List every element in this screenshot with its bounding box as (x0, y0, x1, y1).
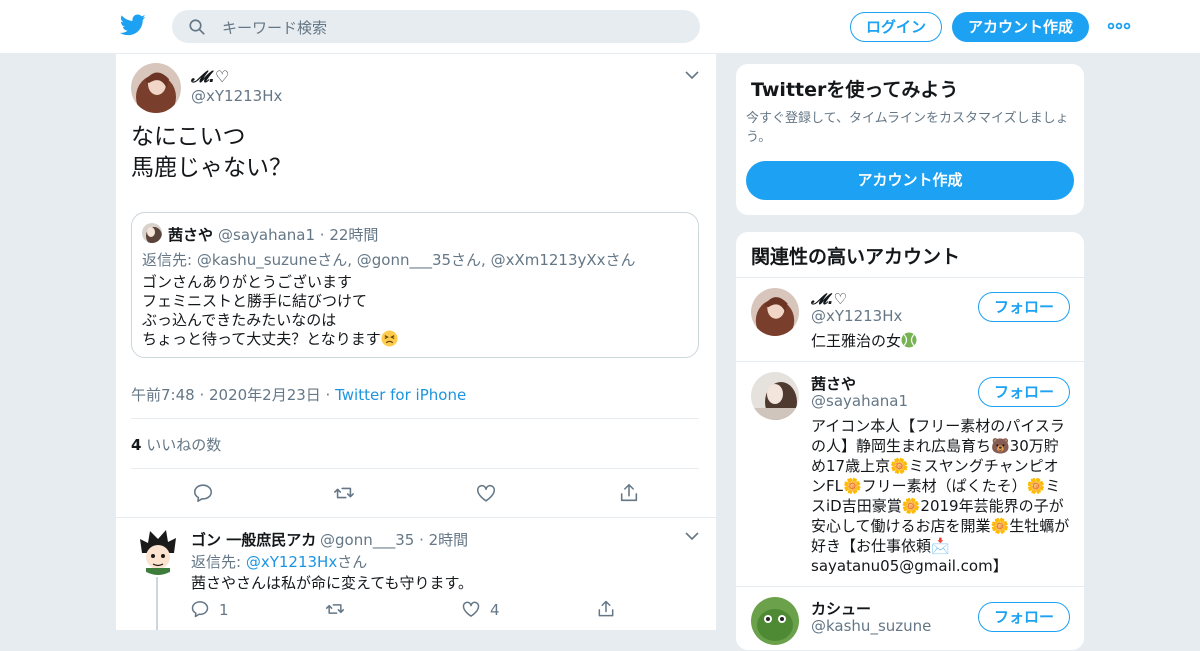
search-bar[interactable] (172, 10, 700, 45)
like-count[interactable]: 4 いいねの数 (131, 434, 221, 455)
persevering-face-icon (381, 330, 398, 347)
retweet-icon[interactable] (325, 599, 345, 619)
related-accounts-title: 関連性の高いアカウント (751, 246, 961, 268)
account-name[interactable]: カシュー (811, 598, 871, 619)
divider (736, 277, 1084, 278)
account-handle[interactable]: @sayahana1 (811, 392, 908, 410)
tweet-author-name[interactable]: 𝓜.♡ (191, 67, 229, 87)
avatar[interactable] (134, 527, 182, 575)
divider (116, 517, 716, 518)
share-icon[interactable] (596, 599, 616, 619)
signup-button[interactable]: アカウント作成 (952, 12, 1089, 42)
like-icon[interactable] (461, 599, 481, 619)
quoted-author-name: 茜さや (168, 226, 214, 244)
like-icon[interactable] (475, 482, 497, 504)
login-button[interactable]: ログイン (850, 12, 942, 42)
signup-card: Twitterを使ってみよう 今すぐ登録して、タイムラインをカスタマイズしましょ… (735, 63, 1085, 216)
reply-to-handle-link[interactable]: @xY1213Hx (246, 553, 337, 571)
reply-author-name[interactable]: ゴン 一般庶民アカ (191, 529, 316, 550)
divider (131, 418, 699, 419)
account-name[interactable]: 𝓜.♡ (811, 290, 847, 308)
tweet-text: なにこいつ 馬鹿じゃない？ (131, 124, 292, 181)
quoted-text: ゴンさんありがとうございます フェミニストと勝手に結びつけて ぶっ込んできたみた… (142, 273, 398, 349)
reply-icon[interactable] (190, 599, 210, 619)
share-icon[interactable] (618, 482, 640, 504)
quoted-author-meta: @sayahana1 · 22時間 (218, 226, 379, 244)
tennis-ball-icon (901, 332, 917, 348)
related-accounts-card: 関連性の高いアカウント 𝓜.♡ @xY1213Hx フォロー 仁王雅治の女 茜さ… (735, 231, 1085, 651)
reply-count: 1 (219, 601, 229, 619)
top-bar: ログイン アカウント作成 (0, 0, 1200, 54)
more-dots-icon[interactable] (1107, 20, 1131, 32)
twitter-bird-icon[interactable] (120, 12, 146, 38)
avatar[interactable] (751, 372, 799, 420)
search-input[interactable] (220, 10, 684, 45)
reply-like-count: 4 (490, 601, 500, 619)
tweet-source-link[interactable]: Twitter for iPhone (335, 386, 466, 404)
signup-card-title: Twitterを使ってみよう (751, 79, 959, 101)
account-bio: 仁王雅治の女 (811, 331, 1073, 351)
divider (131, 468, 699, 469)
tweet-author-handle[interactable]: @xY1213Hx (191, 87, 282, 105)
avatar[interactable] (751, 288, 799, 336)
reply-to-line: 返信先: @xY1213Hxさん (191, 553, 368, 571)
avatar[interactable] (751, 597, 799, 645)
avatar (142, 223, 162, 243)
quoted-reply-to: 返信先: @kashu_suzuneさん, @gonn___35さん, @xXm… (142, 251, 636, 269)
reply-text: 茜さやさんは私が命に変えても守ります。 (191, 574, 474, 592)
signup-card-description: 今すぐ登録して、タイムラインをカスタマイズしましょう。 (746, 111, 1069, 145)
search-icon (189, 19, 205, 35)
divider (736, 586, 1084, 587)
reply-author-meta[interactable]: @gonn___35 · 2時間 (320, 529, 468, 550)
chevron-down-icon[interactable] (685, 532, 699, 541)
follow-button[interactable]: フォロー (978, 377, 1070, 407)
quoted-tweet[interactable]: 茜さや @sayahana1 · 22時間 返信先: @kashu_suzune… (131, 212, 699, 358)
tweet-column: 𝓜.♡ @xY1213Hx なにこいつ 馬鹿じゃない？ 茜さや @sayahan… (115, 54, 717, 630)
thread-line (156, 577, 158, 630)
account-name[interactable]: 茜さや (811, 373, 856, 394)
account-handle[interactable]: @kashu_suzune (811, 617, 931, 635)
account-bio: アイコン本人【フリー素材のパイスラの人】静岡生まれ広島育ち🐻30万貯め17歳上京… (811, 417, 1070, 575)
divider (736, 361, 1084, 362)
follow-button[interactable]: フォロー (978, 292, 1070, 322)
account-handle[interactable]: @xY1213Hx (811, 307, 902, 325)
chevron-down-icon[interactable] (685, 71, 699, 80)
signup-card-button[interactable]: アカウント作成 (746, 161, 1074, 200)
tweet-timestamp: 午前7:48 · 2020年2月23日 · Twitter for iPhone (131, 386, 467, 404)
reply-icon[interactable] (192, 482, 214, 504)
follow-button[interactable]: フォロー (978, 602, 1070, 632)
avatar[interactable] (131, 63, 181, 113)
retweet-icon[interactable] (333, 482, 355, 504)
